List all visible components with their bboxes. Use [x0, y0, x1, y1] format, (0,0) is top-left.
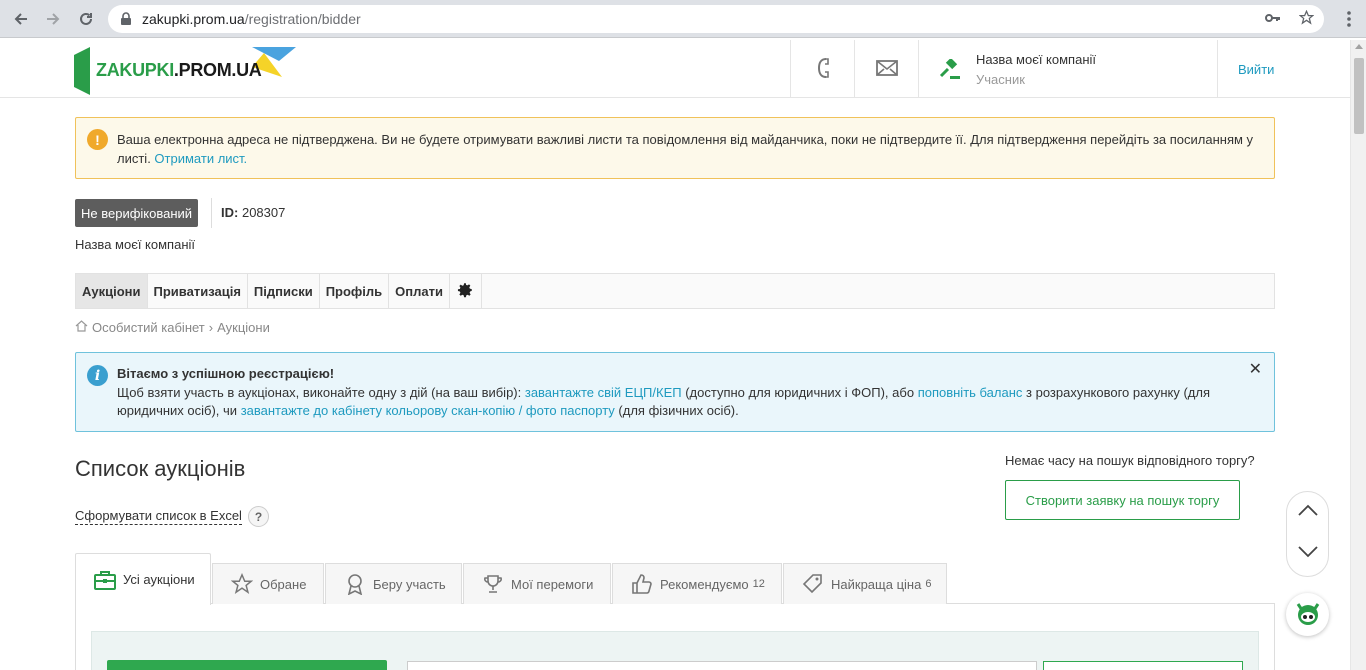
- medal-icon: [344, 573, 366, 595]
- nav-profile[interactable]: Профіль: [320, 274, 390, 308]
- page-scrollbar[interactable]: [1350, 40, 1366, 670]
- phone-button[interactable]: [790, 40, 854, 98]
- nav-payments[interactable]: Оплати: [389, 274, 450, 308]
- reload-icon[interactable]: [75, 8, 97, 30]
- browser-toolbar: zakupki.prom.ua/registration/bidder: [0, 0, 1366, 38]
- key-icon[interactable]: [1265, 10, 1281, 29]
- tab-label: Усі аукціони: [123, 572, 195, 587]
- briefcase-icon: [94, 569, 116, 591]
- filter-secondary-button[interactable]: [1043, 661, 1243, 670]
- gavel-icon: [939, 57, 961, 81]
- breadcrumb: Особистий кабінет › Аукціони: [75, 320, 270, 335]
- back-arrow-icon[interactable]: [10, 8, 32, 30]
- star-icon: [231, 573, 253, 595]
- phone-icon: [815, 57, 831, 82]
- search-request-prompt: Немає часу на пошук відповідного торгу?: [1005, 453, 1255, 468]
- tab-label: Рекомендуємо: [660, 576, 749, 592]
- lock-icon: [120, 12, 134, 26]
- tab-count: 6: [925, 578, 932, 590]
- help-icon[interactable]: ?: [248, 506, 269, 527]
- company-menu[interactable]: Назва моєї компанії Учасник: [918, 40, 1218, 98]
- top-up-balance-link[interactable]: поповніть баланс: [918, 385, 1023, 400]
- url-host: zakupki.prom.ua: [142, 11, 245, 27]
- tab-count: 12: [752, 578, 765, 590]
- envelope-icon: [875, 59, 898, 79]
- bookmark-star-icon[interactable]: [1298, 9, 1315, 29]
- profile-company-name: Назва моєї компанії: [75, 237, 196, 252]
- breadcrumb-cabinet-link[interactable]: Особистий кабінет: [92, 320, 205, 335]
- scrollbar-thumb[interactable]: [1354, 58, 1364, 134]
- create-search-request-button[interactable]: Створити заявку на пошук торгу: [1005, 480, 1240, 520]
- scroll-to-top-icon[interactable]: [1298, 504, 1318, 519]
- nav-auctions[interactable]: Аукціони: [76, 274, 148, 308]
- tab-label: Мої перемоги: [511, 576, 594, 592]
- info-icon: i: [87, 365, 108, 386]
- alert-title: Вітаємо з успішною реєстрацією!: [117, 366, 335, 381]
- upload-signature-link[interactable]: завантажте свій ЕЦП/КЕП: [525, 385, 682, 400]
- upload-passport-link[interactable]: завантажте до кабінету кольорову скан-ко…: [241, 403, 615, 418]
- trophy-icon: [482, 573, 504, 595]
- gear-icon: [456, 281, 474, 302]
- breadcrumb-separator: ›: [208, 320, 214, 335]
- exclamation-icon: !: [87, 129, 108, 150]
- tab-favorites[interactable]: Обране: [212, 563, 324, 604]
- email-warning-alert: ! Ваша електронна адреса не підтверджена…: [75, 117, 1275, 179]
- chat-bot-button[interactable]: [1286, 593, 1329, 636]
- tab-best-price[interactable]: Найкраща ціна 6: [783, 563, 947, 604]
- excel-export-link[interactable]: Сформувати список в Excel: [75, 508, 242, 525]
- tab-label: Обране: [260, 576, 307, 592]
- verification-status-badge: Не верифікований: [75, 199, 199, 227]
- filter-action-button[interactable]: [107, 660, 387, 670]
- url-path: /registration/bidder: [244, 11, 361, 27]
- header-company-role: Учасник: [976, 72, 1025, 87]
- browser-menu-icon[interactable]: [1338, 8, 1360, 30]
- nav-settings[interactable]: [450, 274, 482, 308]
- get-letter-link[interactable]: Отримати лист.: [154, 151, 247, 166]
- logout-link[interactable]: Вийти: [1238, 62, 1274, 77]
- nav-privatization[interactable]: Приватизація: [148, 274, 248, 308]
- tab-label: Беру участь: [373, 576, 446, 592]
- price-tag-icon: [802, 573, 824, 595]
- tab-participating[interactable]: Беру участь: [325, 563, 462, 604]
- auction-search-input[interactable]: [407, 661, 1037, 670]
- home-icon: [75, 320, 88, 335]
- divider: [211, 198, 212, 228]
- alert-text: Щоб взяти участь в аукціонах, виконайте …: [117, 385, 1210, 418]
- header-company-name: Назва моєї компанії: [976, 52, 1097, 67]
- robot-icon: [1293, 598, 1323, 631]
- site-header: ZAKUPKI.PROM.UA Назва моєї компанії Учас…: [0, 40, 1350, 98]
- scroll-down-icon[interactable]: [1298, 546, 1318, 561]
- warning-text: Ваша електронна адреса не підтверджена. …: [117, 132, 1254, 166]
- mail-button[interactable]: [854, 40, 918, 98]
- forward-arrow-icon[interactable]: [42, 8, 64, 30]
- nav-subscriptions[interactable]: Підписки: [248, 274, 320, 308]
- tab-recommended[interactable]: Рекомендуємо 12: [612, 563, 782, 604]
- profile-id: ID: 208307: [221, 205, 286, 220]
- registration-success-alert: i Вітаємо з успішною реєстрацією! Щоб вз…: [75, 352, 1275, 432]
- site-logo[interactable]: ZAKUPKI.PROM.UA: [74, 44, 304, 95]
- close-icon[interactable]: ✕: [1249, 359, 1262, 379]
- tab-label: Найкраща ціна: [831, 576, 922, 592]
- logo-text: ZAKUPKI.PROM.UA: [96, 60, 262, 80]
- thumbs-up-icon: [631, 573, 653, 595]
- tab-all-auctions[interactable]: Усі аукціони: [75, 553, 211, 605]
- address-bar[interactable]: zakupki.prom.ua/registration/bidder: [108, 5, 1324, 33]
- page-title: Список аукціонів: [75, 456, 246, 481]
- scroll-up-arrow-icon[interactable]: [1355, 44, 1363, 49]
- cabinet-nav: Аукціони Приватизація Підписки Профіль О…: [75, 273, 1275, 309]
- tab-my-wins[interactable]: Мої перемоги: [463, 563, 611, 604]
- scroll-control: [1286, 491, 1329, 577]
- profile-id-value: 208307: [241, 205, 286, 220]
- breadcrumb-current: Аукціони: [217, 320, 270, 335]
